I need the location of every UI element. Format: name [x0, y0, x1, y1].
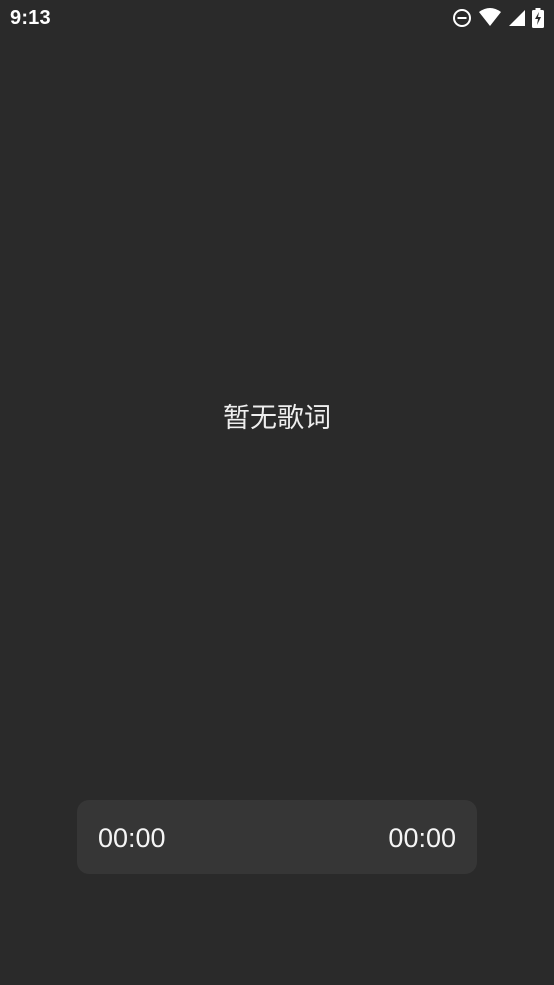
wifi-icon — [479, 8, 501, 26]
lyrics-empty-text: 暂无歌词 — [223, 403, 331, 434]
status-time: 9:13 — [10, 7, 51, 29]
cellular-signal-icon — [509, 10, 525, 26]
battery-charging-icon — [532, 8, 544, 28]
status-bar: 9:13 — [0, 0, 554, 38]
total-time-label: 00:00 — [388, 823, 456, 853]
status-icons — [452, 8, 544, 28]
do-not-disturb-icon — [453, 9, 471, 27]
current-time-label: 00:00 — [98, 823, 166, 853]
playback-time-panel: 00:00 00:00 — [77, 800, 477, 874]
